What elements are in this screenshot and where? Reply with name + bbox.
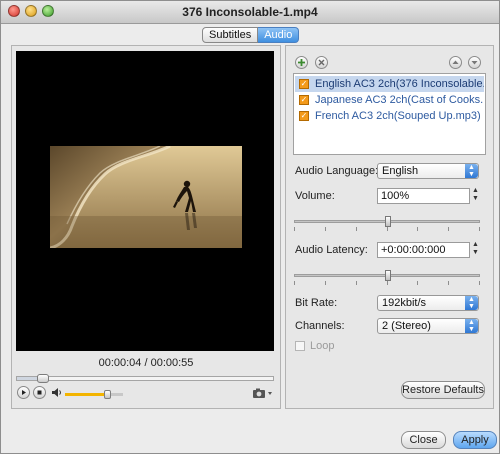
- track-label: Japanese AC3 2ch(Cast of Cooks....: [315, 94, 484, 106]
- volume-adjust-knob[interactable]: [385, 216, 391, 227]
- slider-tick: [479, 227, 480, 231]
- beach-scene-image: [50, 146, 242, 248]
- volume-knob[interactable]: [104, 390, 111, 399]
- move-down-button[interactable]: [468, 56, 481, 69]
- latency-slider[interactable]: [294, 270, 480, 281]
- play-icon: [22, 390, 26, 395]
- restore-defaults-button[interactable]: Restore Defaults: [401, 381, 485, 399]
- video-frame: [50, 146, 242, 248]
- slider-tick: [356, 281, 357, 285]
- select-arrows-icon: ▲ ▼: [465, 164, 478, 178]
- track-item[interactable]: ✓ Japanese AC3 2ch(Cast of Cooks....: [295, 92, 484, 108]
- track-label: French AC3 2ch(Souped Up.mp3): [315, 110, 481, 122]
- channels-label: Channels:: [295, 320, 345, 332]
- audio-language-select[interactable]: English ▲ ▼: [377, 163, 479, 179]
- seek-knob[interactable]: [37, 374, 49, 383]
- total-time: 00:00:55: [150, 357, 194, 369]
- tab-bar: Subtitles Audio: [202, 27, 300, 43]
- volume-stepper[interactable]: ▲ ▼: [471, 187, 480, 203]
- current-time: 00:00:04: [98, 357, 142, 369]
- slider-tick: [325, 227, 326, 231]
- x-icon: [318, 59, 325, 66]
- slider-tick: [479, 281, 480, 285]
- track-item[interactable]: ✓ French AC3 2ch(Souped Up.mp3): [295, 108, 484, 124]
- slider-tick: [448, 227, 449, 231]
- slider-tick: [356, 227, 357, 231]
- track-checkbox[interactable]: ✓: [299, 95, 309, 105]
- preview-panel: 00:00:04 / 00:00:55: [11, 45, 281, 409]
- channels-select[interactable]: 2 (Stereo) ▲ ▼: [377, 318, 479, 334]
- tab-subtitles[interactable]: Subtitles: [202, 27, 259, 43]
- audio-track-list[interactable]: ✓ English AC3 2ch(376 Inconsolable.... ✓…: [293, 73, 486, 155]
- audio-panel: ✓ English AC3 2ch(376 Inconsolable.... ✓…: [285, 45, 494, 409]
- slider-tick: [387, 281, 388, 285]
- remove-track-button[interactable]: [315, 56, 328, 69]
- plus-icon: [298, 59, 305, 66]
- tab-audio[interactable]: Audio: [258, 27, 300, 43]
- loop-label: Loop: [310, 340, 335, 352]
- slider-tick: [387, 227, 388, 231]
- audio-latency-label: Audio Latency:: [295, 244, 368, 256]
- window-title: 376 Inconsolable-1.mp4: [182, 5, 318, 19]
- audio-latency-field[interactable]: +0:00:00:000: [377, 242, 470, 258]
- channels-value: 2 (Stereo): [382, 320, 431, 332]
- volume-field[interactable]: 100%: [377, 188, 470, 204]
- latency-ticks: [294, 281, 480, 285]
- select-arrows-icon: ▲ ▼: [465, 296, 478, 310]
- volume-adjust-slider[interactable]: [294, 216, 480, 227]
- track-checkbox[interactable]: ✓: [299, 79, 309, 89]
- slider-tick: [448, 281, 449, 285]
- video-preview[interactable]: [16, 51, 274, 351]
- seek-bar[interactable]: [16, 374, 274, 383]
- snapshot-icon[interactable]: [252, 387, 274, 399]
- select-arrows-icon: ▲ ▼: [465, 319, 478, 333]
- stop-button[interactable]: [33, 386, 46, 399]
- bit-rate-select[interactable]: 192kbit/s ▲ ▼: [377, 295, 479, 311]
- loop-checkbox[interactable]: [295, 341, 305, 351]
- latency-stepper[interactable]: ▲ ▼: [471, 241, 480, 257]
- latency-knob[interactable]: [385, 270, 391, 281]
- arrow-up-icon: [452, 60, 459, 64]
- volume-label: Volume:: [295, 190, 335, 202]
- track-checkbox[interactable]: ✓: [299, 111, 309, 121]
- bit-rate-value: 192kbit/s: [382, 297, 427, 309]
- slider-tick: [417, 227, 418, 231]
- stop-icon: [37, 390, 42, 395]
- time-separator: /: [144, 357, 148, 369]
- audio-language-value: English: [382, 165, 419, 177]
- volume-fill: [65, 393, 107, 396]
- slider-tick: [294, 281, 295, 285]
- title-bar[interactable]: 376 Inconsolable-1.mp4: [1, 1, 499, 24]
- track-label: English AC3 2ch(376 Inconsolable....: [315, 78, 484, 90]
- time-display: 00:00:04 / 00:00:55: [12, 357, 280, 369]
- audio-language-label: Audio Language:: [295, 165, 379, 177]
- arrow-down-icon: [471, 61, 478, 65]
- bit-rate-label: Bit Rate:: [295, 297, 338, 309]
- volume-slider[interactable]: [65, 390, 123, 399]
- move-up-button[interactable]: [449, 56, 462, 69]
- close-button[interactable]: Close: [401, 431, 446, 449]
- seek-progress: [17, 377, 37, 380]
- slider-tick: [294, 227, 295, 231]
- slider-tick: [325, 281, 326, 285]
- play-button[interactable]: [17, 386, 30, 399]
- apply-button[interactable]: Apply: [453, 431, 497, 449]
- speaker-icon[interactable]: [51, 387, 63, 398]
- volume-ticks: [294, 227, 480, 231]
- add-track-button[interactable]: [295, 56, 308, 69]
- track-item[interactable]: ✓ English AC3 2ch(376 Inconsolable....: [295, 76, 484, 92]
- window: 376 Inconsolable-1.mp4 Subtitles Audio 0…: [0, 0, 500, 454]
- slider-tick: [417, 281, 418, 285]
